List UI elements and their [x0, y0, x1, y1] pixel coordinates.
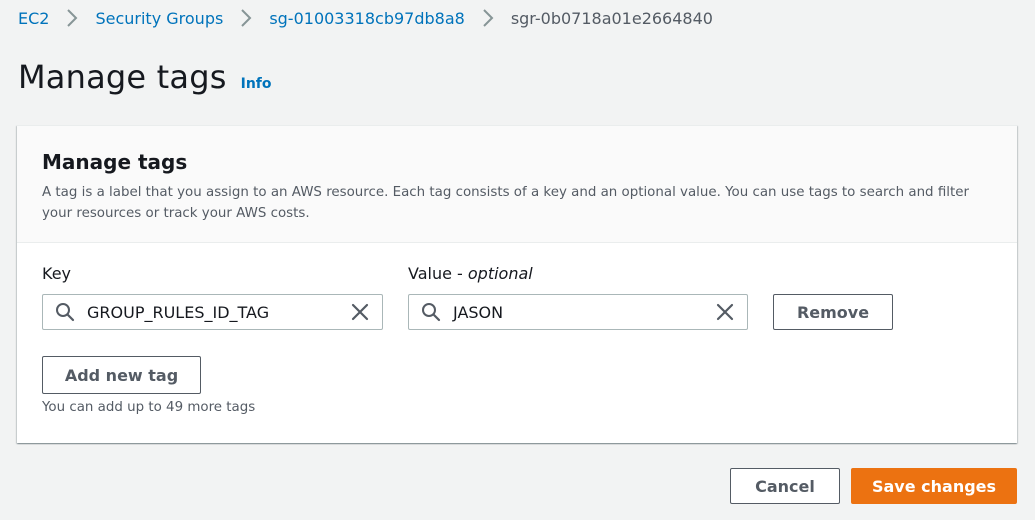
panel-title: Manage tags [42, 150, 188, 174]
breadcrumb-security-groups[interactable]: Security Groups [95, 9, 223, 28]
tag-key-value: GROUP_RULES_ID_TAG [87, 302, 270, 322]
tag-key-input[interactable]: GROUP_RULES_ID_TAG [42, 294, 383, 330]
page-header: Manage tags Info [18, 58, 272, 96]
page-title: Manage tags [18, 58, 227, 96]
breadcrumb-security-group-id[interactable]: sg-01003318cb97db8a8 [269, 9, 465, 28]
tag-value-input[interactable]: JASON [408, 294, 748, 330]
value-label: Value - optional [408, 264, 533, 283]
key-label: Key [42, 264, 72, 283]
breadcrumb-ec2[interactable]: EC2 [18, 9, 49, 28]
panel-description: A tag is a label that you assign to an A… [42, 185, 969, 221]
add-new-tag-button[interactable]: Add new tag [42, 356, 201, 394]
search-icon [54, 301, 76, 323]
tag-value-value: JASON [453, 302, 504, 322]
chevron-right-icon [231, 4, 261, 32]
remove-tag-button[interactable]: Remove [773, 294, 893, 330]
breadcrumb: EC2 Security Groups sg-01003318cb97db8a8… [18, 4, 713, 32]
save-changes-button[interactable]: Save changes [851, 468, 1017, 504]
chevron-right-icon [57, 4, 87, 32]
panel-header: Manage tags A tag is a label that you as… [17, 126, 1017, 243]
breadcrumb-current-rule: sgr-0b0718a01e2664840 [510, 8, 713, 28]
clear-key-icon[interactable] [349, 301, 371, 323]
cancel-button[interactable]: Cancel [730, 468, 840, 504]
chevron-right-icon [473, 4, 503, 32]
search-icon [420, 301, 442, 323]
tags-remaining-hint: You can add up to 49 more tags [42, 400, 256, 415]
info-link[interactable]: Info [241, 76, 272, 92]
clear-value-icon[interactable] [714, 301, 736, 323]
manage-tags-panel: Manage tags A tag is a label that you as… [17, 125, 1017, 443]
